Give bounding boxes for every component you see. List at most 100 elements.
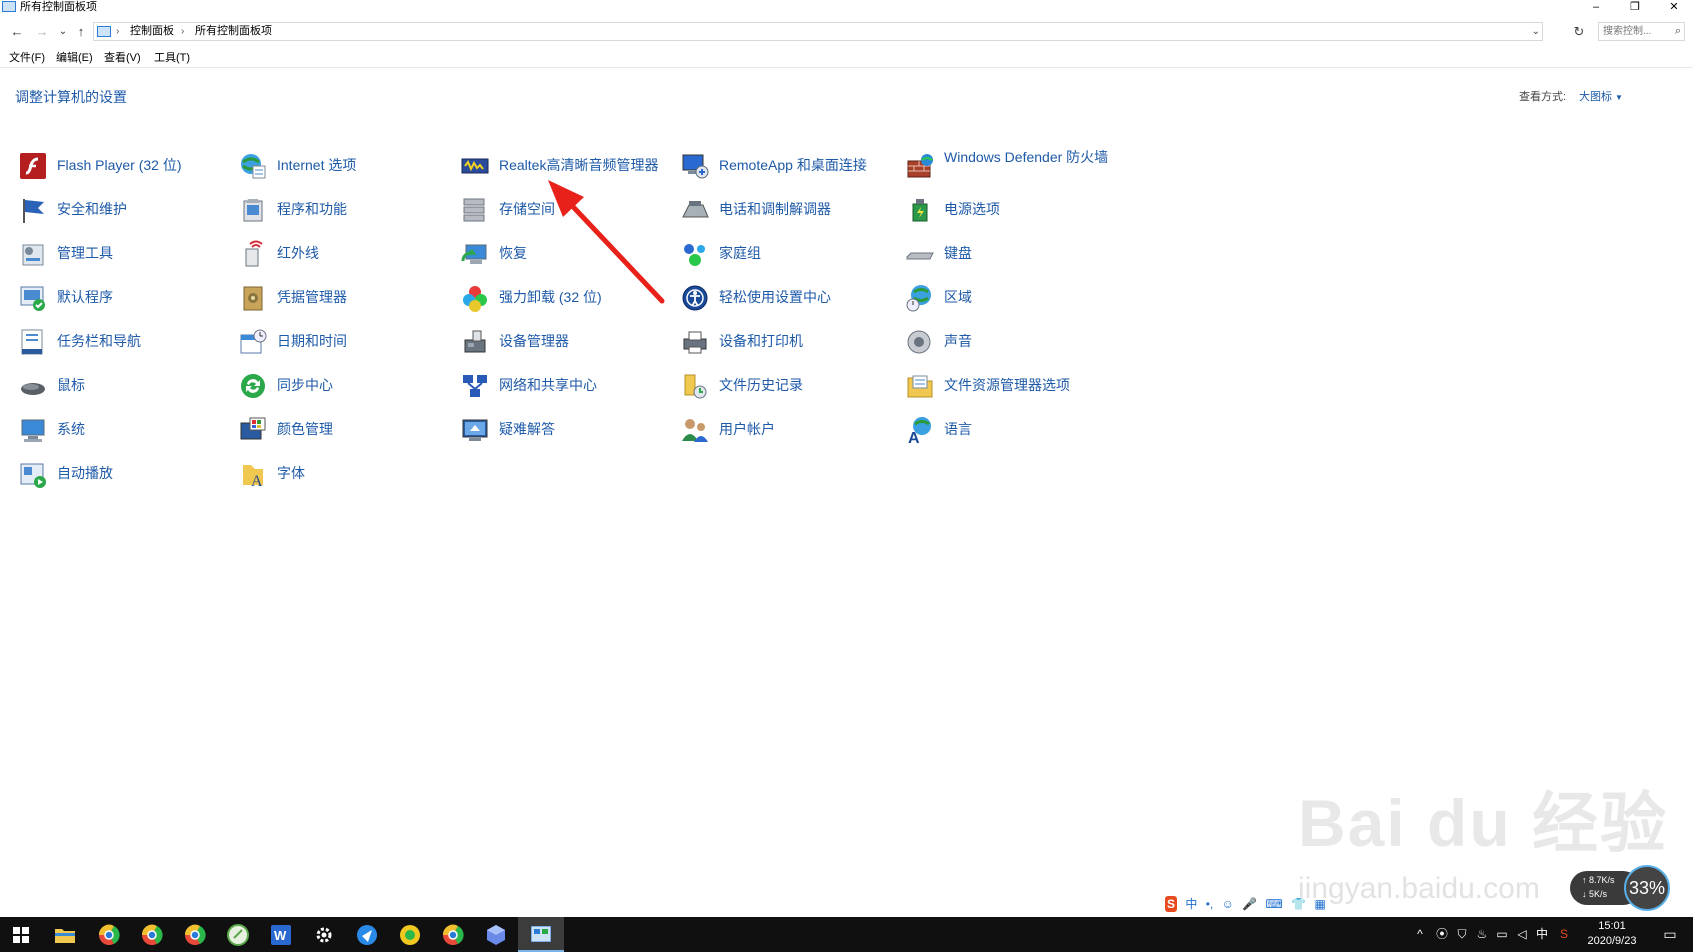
back-button[interactable]: ← [8, 22, 26, 42]
cp-item-device-manager[interactable]: 设备管理器 [460, 325, 675, 361]
taskbar-file-explorer[interactable] [44, 917, 86, 952]
cp-item-fonts[interactable]: A 字体 [238, 457, 453, 493]
cp-item-windows-firewall[interactable]: Windows Defender 防火墙 [905, 149, 1120, 185]
menu-file[interactable]: 文件(F) [9, 49, 45, 67]
cp-item-label: 语言 [944, 421, 972, 437]
tray-ime-lang[interactable]: 中 [1532, 917, 1552, 952]
recent-locations-button[interactable]: ⌄ [54, 22, 72, 42]
cp-item-label: Internet 选项 [277, 157, 357, 173]
breadcrumb-separator[interactable]: › [116, 23, 119, 40]
cp-item-programs-features[interactable]: 程序和功能 [238, 193, 453, 229]
cp-item-credential-manager[interactable]: 凭据管理器 [238, 281, 453, 317]
tray-display-icon[interactable]: ▭ [1492, 917, 1512, 952]
sogou-logo-icon[interactable]: S [1165, 896, 1178, 912]
color-icon [240, 417, 266, 440]
cp-item-autoplay[interactable]: 自动播放 [18, 457, 233, 493]
taskbar-control-panel[interactable] [518, 917, 564, 952]
tray-volume-icon[interactable]: ◁ [1512, 917, 1532, 952]
menu-tools[interactable]: 工具(T) [154, 49, 190, 67]
cp-item-keyboard[interactable]: 键盘 [905, 237, 1120, 273]
mouse-icon [21, 383, 45, 395]
forward-button[interactable]: → [33, 22, 51, 42]
minimize-button[interactable]: – [1578, 0, 1614, 14]
refresh-icon[interactable]: ↻ [1572, 23, 1586, 41]
cp-item-default-programs[interactable]: 默认程序 [18, 281, 233, 317]
app-icon [400, 924, 420, 945]
taskbar-app-green[interactable] [217, 917, 259, 952]
cp-item-troubleshooting[interactable]: 疑难解答 [460, 413, 675, 449]
taskbar-clock[interactable]: 15:01 2020/9/23 [1580, 919, 1644, 949]
cp-item-file-history[interactable]: 文件历史记录 [680, 369, 895, 405]
tray-shield-icon[interactable]: ⛉ [1452, 917, 1472, 952]
emoji-icon[interactable]: ☺ [1222, 896, 1234, 912]
cp-item-sync-center[interactable]: 同步中心 [238, 369, 453, 405]
cp-item-date-time[interactable]: 日期和时间 [238, 325, 453, 361]
cp-item-devices-printers[interactable]: 设备和打印机 [680, 325, 895, 361]
search-input[interactable] [1603, 24, 1665, 39]
breadcrumb-control-panel[interactable]: 控制面板 [130, 23, 174, 40]
taskbar-browser-4[interactable] [432, 917, 474, 952]
taskbar-browser-3[interactable] [174, 917, 216, 952]
taskbar-word[interactable]: W [260, 917, 302, 952]
cp-item-label: 家庭组 [719, 245, 761, 261]
close-button[interactable]: ✕ [1656, 0, 1692, 14]
device-manager-icon [464, 330, 486, 353]
tray-chevron-icon[interactable]: ^ [1410, 917, 1430, 952]
address-dropdown-icon[interactable]: ⌄ [1532, 23, 1540, 40]
skin-icon[interactable]: 👕 [1291, 896, 1306, 912]
cp-item-system[interactable]: 系统 [18, 413, 233, 449]
taskbar-icon [21, 329, 43, 355]
cp-item-phone-modem[interactable]: 电话和调制解调器 [680, 193, 895, 229]
address-bar[interactable]: › 控制面板 › 所有控制面板项 ⌄ [93, 22, 1543, 41]
cp-item-user-accounts[interactable]: 用户帐户 [680, 413, 895, 449]
cp-item-ease-of-access[interactable]: 轻松使用设置中心 [680, 281, 895, 317]
search-box[interactable]: ⌕ [1598, 22, 1685, 41]
taskbar-browser-2[interactable] [131, 917, 173, 952]
taskbar-app-cube[interactable] [475, 917, 517, 952]
cp-item-color-management[interactable]: 颜色管理 [238, 413, 453, 449]
cp-item-security-maintenance[interactable]: 安全和维护 [18, 193, 233, 229]
taskbar-app-yellow[interactable] [389, 917, 431, 952]
cp-item-language[interactable]: A 语言 [905, 413, 1120, 449]
cp-item-sound[interactable]: 声音 [905, 325, 1120, 361]
breadcrumb-separator[interactable]: › [181, 23, 184, 40]
tray-app-icon[interactable]: ♨ [1472, 917, 1492, 952]
punctuation-icon[interactable]: •, [1206, 896, 1214, 912]
cp-item-taskbar-navigation[interactable]: 任务栏和导航 [18, 325, 233, 361]
uninstall-icon [463, 286, 487, 312]
cp-item-folder-options[interactable]: 文件资源管理器选项 [905, 369, 1120, 405]
menu-view[interactable]: 查看(V) [104, 49, 141, 67]
restore-button[interactable]: ❐ [1617, 0, 1653, 14]
start-button[interactable] [0, 917, 42, 952]
network-speed-widget[interactable]: ↑ 8.7K/s ↓ 5K/s 33% [1570, 865, 1674, 911]
ime-lang-toggle[interactable]: 中 [1185, 896, 1197, 912]
up-button[interactable]: ↑ [72, 22, 90, 42]
cp-item-remoteapp[interactable]: RemoteApp 和桌面连接 [680, 149, 895, 185]
cp-item-flash-player[interactable]: Flash Player (32 位) [18, 149, 233, 185]
search-icon[interactable]: ⌕ [1675, 24, 1681, 39]
keyboard-icon[interactable]: ⌨ [1266, 896, 1283, 912]
taskbar-browser-1[interactable] [88, 917, 130, 952]
breadcrumb-all-items[interactable]: 所有控制面板项 [195, 23, 272, 40]
cp-item-internet-options[interactable]: Internet 选项 [238, 149, 453, 185]
cp-item-region[interactable]: 区域 [905, 281, 1120, 317]
taskbar-app-blue[interactable] [346, 917, 388, 952]
cp-item-network-sharing[interactable]: 网络和共享中心 [460, 369, 675, 405]
view-by-dropdown[interactable]: 大图标 ▼ [1579, 88, 1623, 104]
notification-icon[interactable]: ▭ [1660, 917, 1680, 952]
remoteapp-icon [682, 154, 709, 179]
toolbox-icon[interactable]: ▦ [1314, 896, 1325, 912]
firewall-icon [907, 154, 933, 178]
cp-item-mouse[interactable]: 鼠标 [18, 369, 233, 405]
cp-item-power-options[interactable]: 电源选项 [905, 193, 1120, 229]
cp-item-homegroup[interactable]: 家庭组 [680, 237, 895, 273]
cp-item-label: 网络和共享中心 [499, 377, 597, 393]
network-icon [463, 375, 487, 397]
menu-edit[interactable]: 编辑(E) [56, 49, 93, 67]
tray-network-icon[interactable]: ⦿ [1432, 917, 1452, 952]
cp-item-infrared[interactable]: 红外线 [238, 237, 453, 273]
taskbar-settings[interactable] [303, 917, 345, 952]
microphone-icon[interactable]: 🎤 [1242, 896, 1257, 912]
cp-item-admin-tools[interactable]: 管理工具 [18, 237, 233, 273]
tray-sogou-icon[interactable]: S [1554, 917, 1574, 952]
